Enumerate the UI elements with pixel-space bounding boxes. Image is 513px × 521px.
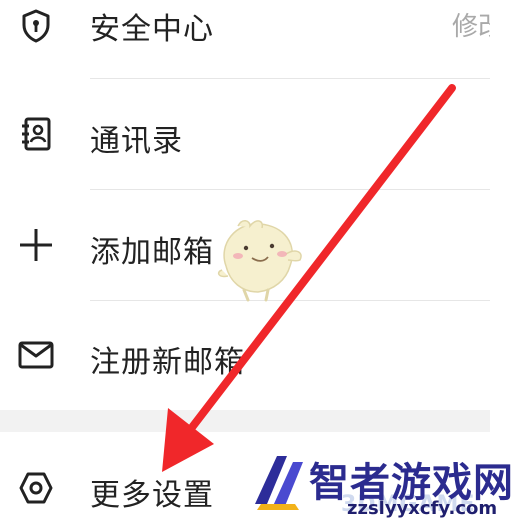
site-watermark: 3DMGAME 智者游戏网 zzslyyxcfy.com	[247, 448, 513, 521]
annotation-arrow	[162, 84, 456, 472]
settings-screen: 安全中心 修改 通讯录 添加邮箱 注册新邮箱 更多设置 3DMGAME 智者游戏…	[0, 0, 513, 521]
watermark-url: zzslyyxcfy.com	[347, 498, 498, 519]
site-logo-icon	[255, 456, 303, 510]
